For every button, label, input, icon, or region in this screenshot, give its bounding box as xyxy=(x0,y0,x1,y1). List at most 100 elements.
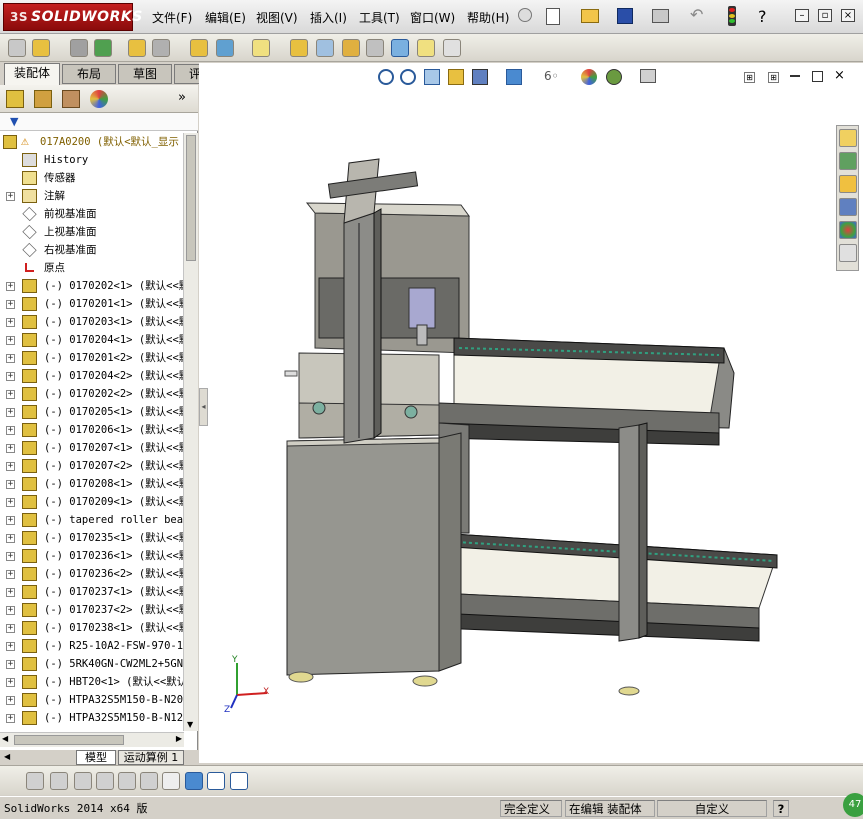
status-help-icon[interactable]: ? xyxy=(773,800,789,817)
assembly-model[interactable] xyxy=(199,63,863,763)
tree-item[interactable]: History xyxy=(0,151,184,169)
expand-icon[interactable]: + xyxy=(6,588,15,597)
two-view-vertical-icon[interactable] xyxy=(230,772,248,790)
tree-item[interactable]: + (-) 0170209<1> (默认<<默 xyxy=(0,493,184,511)
expand-icon[interactable]: + xyxy=(6,426,15,435)
menu-view[interactable]: 视图(V) xyxy=(256,9,298,26)
expand-icon[interactable]: + xyxy=(6,282,15,291)
tree-item[interactable]: + (-) 5RK40GN-CW2ML2+5GN1 xyxy=(0,655,184,673)
view-palette-icon[interactable] xyxy=(839,198,857,216)
speedpak-icon[interactable] xyxy=(417,39,435,57)
linear-pattern-icon[interactable] xyxy=(94,39,112,57)
tree-item[interactable]: 传感器 xyxy=(0,169,184,187)
scroll-right-icon[interactable]: ▶ xyxy=(176,734,182,743)
new-part-icon[interactable] xyxy=(32,39,50,57)
apply-scene-icon[interactable] xyxy=(606,69,622,85)
show-hidden-icon[interactable] xyxy=(190,39,208,57)
menu-help[interactable]: 帮助(H) xyxy=(467,9,509,26)
split-view-icon[interactable] xyxy=(140,772,158,790)
scroll-down-icon[interactable]: ▼ xyxy=(187,720,193,729)
horizontal-scroll-thumb[interactable] xyxy=(14,735,124,745)
help-icon[interactable]: ? xyxy=(758,7,767,26)
menu-edit[interactable]: 编辑(E) xyxy=(205,9,246,26)
view-orientation-icon[interactable] xyxy=(472,69,488,85)
edit-appearance-icon[interactable] xyxy=(581,69,597,85)
zoom-to-area-icon[interactable] xyxy=(400,69,416,85)
viewport-close-icon[interactable]: × xyxy=(834,69,845,82)
reference-geometry-icon[interactable] xyxy=(252,39,270,57)
graphics-area[interactable]: X Y Z xyxy=(199,63,863,763)
tree-item[interactable]: + (-) 0170202<1> (默认<<默 xyxy=(0,277,184,295)
expand-icon[interactable]: + xyxy=(6,192,15,201)
menu-tools[interactable]: 工具(T) xyxy=(359,9,400,26)
minimize-button[interactable]: – xyxy=(795,9,809,22)
expand-icon[interactable]: + xyxy=(6,408,15,417)
tab-layout[interactable]: 布局 xyxy=(62,64,116,84)
configuration-manager-tab-icon[interactable] xyxy=(62,90,80,108)
wireframe-icon[interactable] xyxy=(50,772,68,790)
appearances-icon[interactable] xyxy=(839,221,857,239)
smart-fasteners-icon[interactable] xyxy=(128,39,146,57)
tab-assembly[interactable]: 装配体 xyxy=(4,63,60,85)
expand-icon[interactable]: + xyxy=(6,606,15,615)
tree-item[interactable]: 原点 xyxy=(0,259,184,277)
expand-icon[interactable]: + xyxy=(6,318,15,327)
instant3d-icon[interactable] xyxy=(391,39,409,57)
menu-file[interactable]: 文件(F) xyxy=(152,9,192,26)
tree-item[interactable]: + (-) 0170201<1> (默认<<默 xyxy=(0,295,184,313)
tree-item[interactable]: + (-) 0170207<1> (默认<<默 xyxy=(0,439,184,457)
hidden-lines-icon[interactable] xyxy=(74,772,92,790)
tree-item[interactable]: + (-) 0170203<1> (默认<<默 xyxy=(0,313,184,331)
menu-insert[interactable]: 插入(I) xyxy=(310,9,347,26)
new-motion-study-icon[interactable] xyxy=(290,39,308,57)
previous-view-icon[interactable] xyxy=(424,69,440,85)
expand-icon[interactable]: + xyxy=(6,570,15,579)
expand-icon[interactable]: + xyxy=(6,354,15,363)
expand-icon[interactable]: + xyxy=(6,624,15,633)
viewport-minimize-icon[interactable] xyxy=(790,75,800,77)
tree-item[interactable]: + (-) 0170205<1> (默认<<默 xyxy=(0,403,184,421)
tree-item[interactable]: + (-) 0170202<2> (默认<<默 xyxy=(0,385,184,403)
tree-item[interactable]: 前视基准面 xyxy=(0,205,184,223)
tab-model[interactable]: 模型 xyxy=(76,750,116,765)
expand-icon[interactable]: + xyxy=(6,372,15,381)
tree-item[interactable]: + (-) 0170236<2> (默认<<默 xyxy=(0,565,184,583)
expand-icon[interactable]: + xyxy=(6,462,15,471)
tree-item[interactable]: + (-) 0170208<1> (默认<<默 xyxy=(0,475,184,493)
tree-item[interactable]: + (-) 0170236<1> (默认<<默 xyxy=(0,547,184,565)
section-view-icon[interactable] xyxy=(448,69,464,85)
expand-icon[interactable]: + xyxy=(6,696,15,705)
vertical-scroll-thumb[interactable] xyxy=(186,135,196,261)
tree-item[interactable]: + (-) HBT20<1> (默认<<默认_ xyxy=(0,673,184,691)
expand-icon[interactable]: + xyxy=(6,336,15,345)
more-tabs-icon[interactable]: » xyxy=(178,90,186,105)
mate-icon[interactable] xyxy=(70,39,88,57)
expand-icon[interactable]: + xyxy=(6,642,15,651)
tree-item[interactable]: + (-) 0170207<2> (默认<<默 xyxy=(0,457,184,475)
tree-item[interactable]: + (-) 0170237<2> (默认<<默 xyxy=(0,601,184,619)
list-view-icon[interactable] xyxy=(96,772,114,790)
expand-icon[interactable]: + xyxy=(6,300,15,309)
tree-item[interactable]: + (-) R25-10A2-FSW-970-11 xyxy=(0,637,184,655)
tab-sketch[interactable]: 草图 xyxy=(118,64,172,84)
expand-icon[interactable]: + xyxy=(6,714,15,723)
filter-icon[interactable]: ▼ xyxy=(10,115,18,128)
file-explorer-icon[interactable] xyxy=(839,175,857,193)
scroll-left-icon[interactable]: ◀ xyxy=(2,734,8,743)
tree-item[interactable]: 右视基准面 xyxy=(0,241,184,259)
tree-item[interactable]: + (-) tapered roller bear xyxy=(0,511,184,529)
two-view-horizontal-icon[interactable] xyxy=(207,772,225,790)
rebuild-icon[interactable] xyxy=(728,6,736,26)
table-view-icon[interactable] xyxy=(118,772,136,790)
menu-window[interactable]: 窗口(W) xyxy=(410,9,455,26)
chart-view-icon[interactable] xyxy=(162,772,180,790)
tree-item[interactable]: 上视基准面 xyxy=(0,223,184,241)
tree-item[interactable]: + (-) 0170235<1> (默认<<默 xyxy=(0,529,184,547)
close-button[interactable]: × xyxy=(841,9,855,22)
tree-item[interactable]: + (-) 0170237<1> (默认<<默 xyxy=(0,583,184,601)
tree-item[interactable]: + (-) 0170204<2> (默认<<默 xyxy=(0,367,184,385)
move-component-icon[interactable] xyxy=(152,39,170,57)
property-manager-tab-icon[interactable] xyxy=(34,90,52,108)
expand-icon[interactable]: + xyxy=(6,534,15,543)
exploded-view-icon[interactable] xyxy=(342,39,360,57)
